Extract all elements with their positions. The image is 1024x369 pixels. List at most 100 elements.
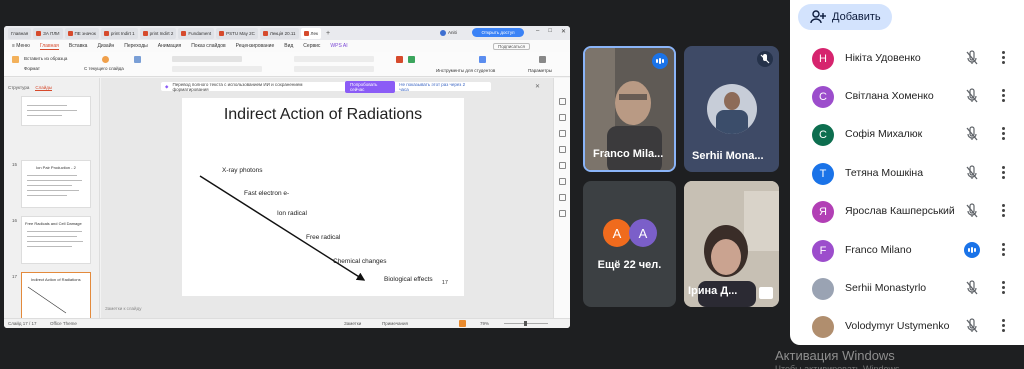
video-tile-iryna[interactable]: Ірина Д... — [684, 181, 779, 307]
more-participants-tile[interactable]: А А Ещё 22 чел. — [583, 181, 676, 307]
picture-icon[interactable] — [408, 56, 415, 63]
zoom-handle[interactable] — [524, 321, 527, 326]
minimize-icon[interactable]: – — [536, 28, 539, 35]
tool-icon[interactable] — [559, 162, 566, 169]
speaking-icon[interactable] — [964, 242, 980, 258]
menu-item[interactable]: Сервис — [303, 43, 320, 49]
tool-icon[interactable] — [559, 178, 566, 185]
participant-row[interactable]: Т Тетяна Мошкіна — [790, 154, 1024, 192]
participant-row[interactable]: Н Нікіта Удовенко — [790, 39, 1024, 77]
slide-number: 17 — [12, 274, 18, 279]
more-options-icon[interactable] — [1002, 243, 1005, 258]
video-tile-serhii[interactable]: Serhii Mona... — [684, 46, 779, 172]
slideshow-icon[interactable] — [102, 56, 109, 63]
mic-off-icon[interactable] — [964, 126, 980, 142]
tab-3[interactable]: print Indirt 1 — [100, 27, 138, 39]
tab-outline[interactable]: Структура — [8, 85, 29, 91]
menu-item[interactable]: Вид — [284, 43, 293, 49]
menu-item[interactable]: ≡ Меню — [12, 43, 30, 49]
participant-row[interactable]: Serhii Monastyrlo — [790, 269, 1024, 307]
more-options-icon[interactable] — [1002, 281, 1005, 296]
slide-thumb[interactable] — [21, 96, 91, 126]
comments-toggle[interactable]: Примечания — [382, 321, 408, 326]
more-options-icon[interactable] — [1002, 51, 1005, 66]
student-tools-label[interactable]: Инструменты для студентов — [436, 68, 495, 73]
zoom-level[interactable]: 79% — [480, 321, 489, 326]
participant-row[interactable]: С Світлана Хоменко — [790, 77, 1024, 115]
menu-item[interactable]: Вставка — [69, 43, 88, 49]
maximize-icon[interactable]: □ — [548, 28, 552, 35]
tab-7[interactable]: Лекція 20.11 — [259, 27, 299, 39]
current-slide[interactable]: Indirect Action of Radiations X-ray phot… — [182, 98, 464, 296]
params-label[interactable]: Параметры — [528, 68, 552, 73]
close-icon[interactable]: ✕ — [561, 28, 566, 35]
try-now-button[interactable]: Попробовать сейчас — [344, 80, 396, 93]
paragraph-row-2[interactable] — [294, 66, 374, 72]
tab-6[interactable]: PSTU May 2C — [216, 27, 258, 39]
participant-row[interactable]: F Franco Milano — [790, 231, 1024, 269]
tool-icon[interactable] — [559, 114, 566, 121]
tab-5[interactable]: Fundament — [178, 27, 215, 39]
tool-icon[interactable] — [559, 146, 566, 153]
more-options-icon[interactable] — [1002, 166, 1005, 181]
new-tab-button[interactable]: + — [323, 28, 333, 39]
mic-off-icon[interactable] — [964, 165, 980, 181]
tab-0[interactable]: Главная — [8, 27, 32, 39]
participant-row[interactable]: С Софія Михалюк — [790, 115, 1024, 153]
close-icon[interactable]: ✕ — [535, 83, 540, 90]
tab-4[interactable]: print Indirt 2 — [139, 27, 177, 39]
slide-thumb[interactable]: Free Radicals and Cell Damage — [21, 216, 91, 264]
video-tile-franco[interactable]: Franco Mila... — [583, 46, 676, 172]
shapes-icon[interactable] — [396, 56, 403, 63]
participant-row[interactable]: Volodymyr Ustymenko — [790, 307, 1024, 345]
play-icon[interactable] — [459, 320, 466, 327]
tool-icon[interactable] — [559, 194, 566, 201]
participant-row[interactable]: Я Ярослав Кашперський — [790, 192, 1024, 230]
paste-icon[interactable] — [12, 56, 19, 63]
tab-slides[interactable]: Слайды — [35, 85, 53, 91]
tool-icon[interactable] — [559, 98, 566, 105]
notes-placeholder[interactable]: Заметки к слайду — [105, 306, 141, 311]
more-options-icon[interactable] — [1002, 319, 1005, 334]
layout-icon[interactable] — [134, 56, 141, 63]
pane-tabs: Структура Слайды — [8, 85, 53, 91]
menu-item[interactable]: Дизайн — [97, 43, 114, 49]
mic-off-icon[interactable] — [964, 280, 980, 296]
mic-off-icon[interactable] — [964, 318, 980, 334]
menu-item-ai[interactable]: WPS AI — [330, 43, 347, 49]
more-options-icon[interactable] — [1002, 127, 1005, 142]
participant-name: Volodymyr Ustymenko — [845, 320, 950, 332]
tab-2[interactable]: ПЕ значок — [64, 27, 99, 39]
menu-item[interactable]: Показ слайдов — [191, 43, 225, 49]
tool-icon[interactable] — [559, 130, 566, 137]
dismiss-link[interactable]: Не показывать этот раз через 2 часа — [399, 82, 471, 92]
tab-1[interactable]: ЗА ПЛИ — [33, 27, 63, 39]
mic-off-icon[interactable] — [964, 50, 980, 66]
tab-8[interactable]: Лек — [300, 27, 321, 39]
from-current-slide[interactable]: С текущего слайда — [84, 66, 124, 71]
share-button[interactable]: Открыть доступ — [472, 28, 524, 37]
menu-item[interactable]: Анимация — [158, 43, 181, 49]
paragraph-row[interactable] — [294, 56, 374, 62]
font-select[interactable] — [172, 56, 242, 62]
more-options-icon[interactable] — [1002, 204, 1005, 219]
font-format-row[interactable] — [172, 66, 262, 72]
tool-icon[interactable] — [559, 210, 566, 217]
menu-item[interactable]: Переходы — [124, 43, 147, 49]
menu-item[interactable]: Рецензирование — [236, 43, 275, 49]
paste-label[interactable]: Вставить из образца — [24, 56, 67, 61]
mic-off-icon[interactable] — [964, 88, 980, 104]
subscribe-button[interactable]: Подписаться — [493, 42, 530, 50]
settings-icon[interactable] — [539, 56, 546, 63]
format-label[interactable]: Формат — [24, 66, 40, 71]
mic-off-icon[interactable] — [964, 203, 980, 219]
slide-thumb[interactable]: Ion Pair Production - 2 — [21, 160, 91, 208]
menu-item-home[interactable]: Главная — [39, 43, 59, 50]
speaking-icon — [652, 53, 668, 69]
add-people-button[interactable]: Добавить — [798, 4, 892, 30]
account-pill[interactable]: Aniti — [440, 28, 457, 37]
slide-thumb-selected[interactable]: Indirect Action of Radiations — [21, 272, 91, 320]
student-tools-icon[interactable] — [479, 56, 486, 63]
more-options-icon[interactable] — [1002, 89, 1005, 104]
notes-toggle[interactable]: Заметки — [344, 321, 361, 326]
